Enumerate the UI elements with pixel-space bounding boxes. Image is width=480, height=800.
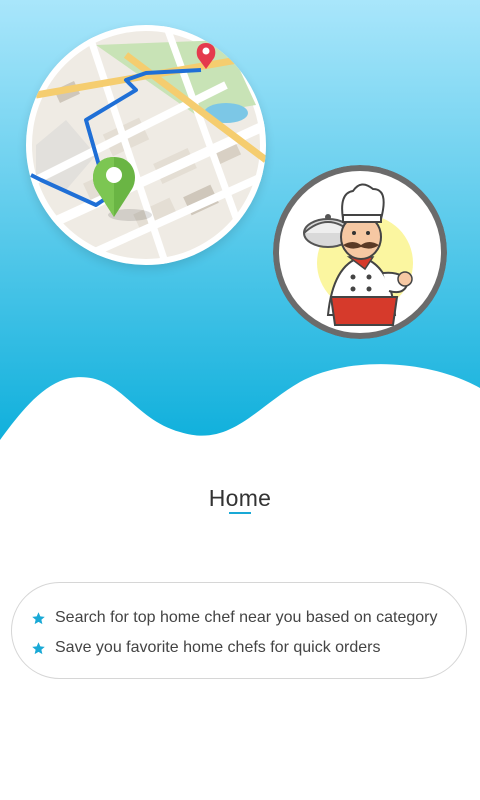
feature-item: Save you favorite home chefs for quick o…: [31, 639, 381, 657]
star-icon: [32, 641, 45, 654]
feature-text: Save you favorite home chefs for quick o…: [55, 639, 381, 656]
map-route-icon: [26, 25, 266, 265]
onboarding-screen: Home Search for top home chef near you b…: [0, 0, 480, 800]
feature-text: Search for top home chef near you based …: [55, 609, 438, 626]
hero-banner: [0, 0, 480, 450]
chef-icon: [273, 165, 447, 339]
page-title: Home: [208, 485, 272, 511]
star-icon: [32, 611, 45, 624]
features-card: Search for top home chef near you based …: [11, 582, 467, 679]
feature-item: Search for top home chef near you based …: [31, 609, 437, 627]
title-underline: [229, 512, 251, 514]
